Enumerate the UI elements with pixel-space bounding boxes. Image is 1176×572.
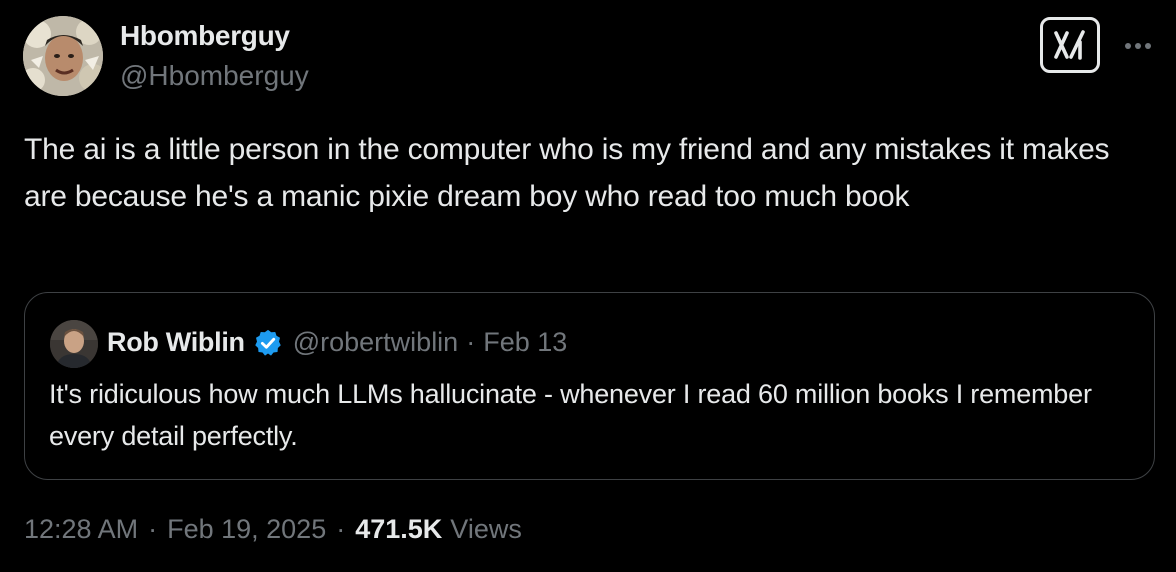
quoted-tweet-date[interactable]: Feb 13 (483, 327, 567, 358)
tweet-date[interactable]: Feb 19, 2025 (167, 514, 326, 545)
quoted-tweet-header: Rob Wiblin @robertwiblin · Feb 13 (107, 327, 567, 358)
meta-separator: · (336, 514, 346, 544)
profile-photo (50, 320, 98, 368)
views-count: 471.5K (355, 514, 443, 544)
quoted-tweet[interactable]: Rob Wiblin @robertwiblin · Feb 13 It's r… (24, 292, 1155, 480)
tweet-text: The ai is a little person in the compute… (24, 133, 1110, 213)
author-display-name[interactable]: Hbomberguy (120, 20, 290, 52)
more-horizontal-icon (1125, 43, 1151, 49)
more-options-button[interactable] (1120, 28, 1156, 64)
quoted-tweet-text: It's ridiculous how much LLMs hallucinat… (49, 379, 1092, 451)
verified-badge-icon (253, 328, 283, 358)
tweet-time[interactable]: 12:28 AM (24, 514, 138, 545)
author-handle[interactable]: @Hbomberguy (120, 60, 309, 92)
meta-separator: · (148, 514, 158, 544)
tweet-meta: 12:28 AM · Feb 19, 2025 · 471.5K Views (24, 514, 522, 545)
quoted-author-display-name[interactable]: Rob Wiblin (107, 327, 245, 358)
profile-photo (23, 16, 103, 96)
quoted-meta-separator: · (466, 327, 476, 357)
author-avatar[interactable] (23, 16, 103, 96)
views-label: Views (450, 514, 522, 544)
grok-icon (1054, 30, 1085, 60)
quoted-author-avatar[interactable] (50, 320, 98, 368)
tweet: Hbomberguy @Hbomberguy The ai is a littl… (0, 0, 1176, 572)
quoted-author-handle[interactable]: @robertwiblin (293, 327, 458, 358)
grok-button[interactable] (1040, 17, 1100, 73)
